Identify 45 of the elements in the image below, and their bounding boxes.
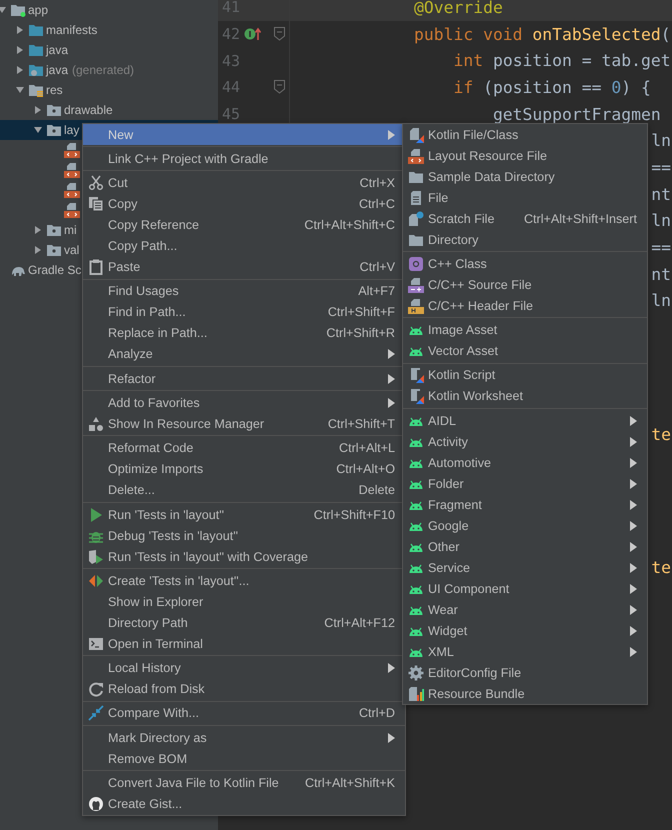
code-line: public void onTabSelected( — [413, 24, 672, 44]
shortcut-text: Delete — [358, 483, 395, 498]
code-fragment: te — [651, 558, 671, 578]
shortcut-text: Ctrl+Alt+Shift+Insert — [522, 212, 637, 226]
code-fragment: nt — [651, 264, 671, 284]
code-line: int position = tab.get — [452, 51, 672, 70]
shortcut-text: Ctrl+Shift+T — [326, 416, 395, 431]
shortcut-text: Ctrl+Shift+F10 — [312, 508, 395, 522]
code-fragment: == — [651, 158, 671, 177]
tree-label: manifests — [46, 23, 98, 37]
code-fragment: ln — [651, 131, 671, 150]
shortcut-text: Ctrl+Alt+L — [338, 441, 395, 456]
shortcut-text: Ctrl+Shift+R — [325, 326, 395, 340]
shortcut-text: Alt+F7 — [357, 284, 395, 298]
tree-label: lay — [64, 123, 80, 137]
shortcut-text: Ctrl+V — [358, 260, 395, 274]
shortcut-text: Ctrl+Alt+Shift+C — [303, 218, 395, 232]
code-line: @Override — [413, 0, 504, 17]
line-number: 44 — [222, 78, 242, 96]
code-line: if (position == 0) { — [452, 78, 652, 97]
code-fragment: ln — [651, 211, 671, 230]
tree-label: app — [28, 3, 48, 17]
tree-label: java — [46, 63, 68, 77]
tree-note: (generated) — [72, 63, 134, 77]
line-number: 42 — [222, 25, 242, 44]
tree-label: java — [46, 43, 68, 57]
shortcut-text: Ctrl+X — [358, 176, 395, 190]
code-fragment: == — [651, 238, 671, 258]
tree-label: val — [64, 243, 80, 257]
shortcut-text: Ctrl+D — [358, 706, 395, 720]
tree-label: drawable — [64, 103, 113, 117]
shortcut-text: Ctrl+Alt+O — [335, 462, 395, 476]
shortcut-text: Ctrl+Shift+F — [326, 305, 395, 320]
tree-label: mi — [64, 223, 77, 237]
shortcut-text: Ctrl+Alt+Shift+K — [304, 776, 395, 790]
shortcut-text: Ctrl+Alt+F12 — [323, 616, 395, 630]
line-number: 43 — [222, 52, 242, 70]
code-fragment: nt — [651, 184, 671, 204]
code-fragment: ln — [651, 291, 671, 310]
shortcut-text: Ctrl+C — [358, 197, 395, 212]
code-line: getSupportFragmen — [492, 104, 662, 124]
code-fragment: te — [651, 424, 671, 444]
tree-label: Gradle Sc — [28, 263, 82, 277]
tree-label: res — [46, 83, 63, 97]
line-number: 45 — [222, 105, 242, 124]
